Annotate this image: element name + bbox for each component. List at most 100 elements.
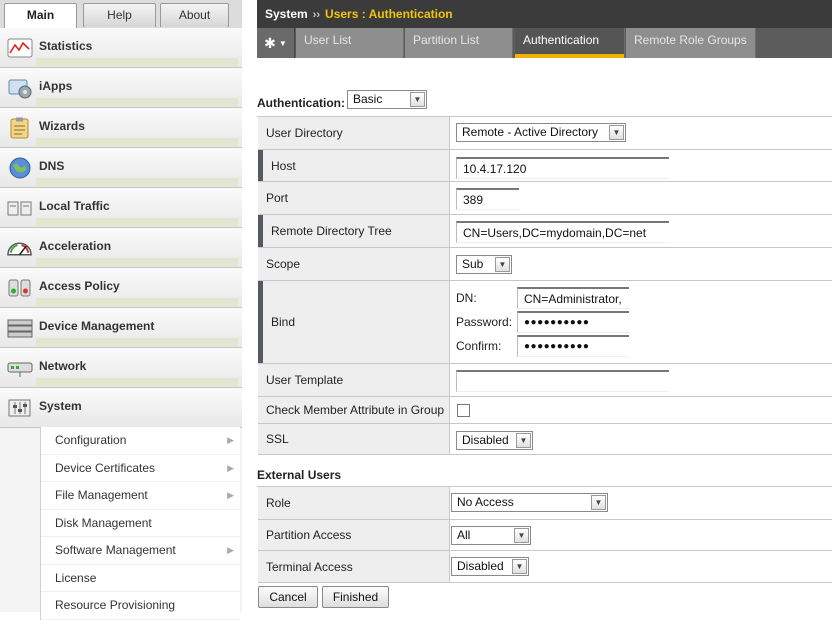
password-label: Password: <box>456 315 513 329</box>
sidebar-item-label: Access Policy <box>39 278 120 293</box>
field-label: Bind <box>258 281 450 363</box>
chevron-down-icon: ▼ <box>514 528 529 543</box>
sidebar-item-access-policy[interactable]: Access Policy <box>0 268 242 308</box>
authentication-select[interactable]: Basic ▼ <box>347 90 427 109</box>
cancel-button[interactable]: Cancel <box>258 586 318 608</box>
gear-menu-button[interactable]: ✱ ▼ <box>257 28 295 58</box>
chevron-right-icon: ▶ <box>227 435 234 445</box>
sidebar-item-label: System <box>39 398 82 413</box>
network-icon <box>6 356 33 380</box>
field-label: Scope <box>258 248 450 280</box>
dn-input[interactable]: CN=Administrator, <box>517 287 629 309</box>
sidebar-item-network[interactable]: Network <box>0 348 242 388</box>
dn-label: DN: <box>456 291 477 305</box>
tab-main[interactable]: Main <box>4 3 77 29</box>
field-label: Host <box>258 150 450 181</box>
user-template-input[interactable] <box>456 370 669 392</box>
system-icon <box>6 396 33 420</box>
sidebar-item-label: Wizards <box>39 118 85 133</box>
sidebar-item-local-traffic[interactable]: Local Traffic <box>0 188 242 228</box>
breadcrumb-separator: ›› <box>312 9 321 21</box>
sidebar-item-wizards[interactable]: Wizards <box>0 108 242 148</box>
tab-help[interactable]: Help <box>83 3 156 27</box>
tab-remote-role-groups[interactable]: Remote Role Groups <box>626 28 756 58</box>
sub-tabs: ✱ ▼ User List Partition List Authenticati… <box>257 28 832 58</box>
submenu-item-device-certificates[interactable]: Device Certificates ▶ <box>41 454 240 482</box>
sidebar-item-acceleration[interactable]: Acceleration <box>0 228 242 268</box>
row-user-template: User Template <box>258 364 832 397</box>
row-user-directory: User Directory Remote - Active Directory… <box>258 117 832 150</box>
ssl-select[interactable]: Disabled ▼ <box>456 431 533 450</box>
submenu-item-license[interactable]: License <box>41 564 240 592</box>
password-input[interactable]: ●●●●●●●●●● <box>517 311 629 333</box>
chevron-down-icon: ▼ <box>512 559 527 574</box>
tab-user-list[interactable]: User List <box>296 28 404 58</box>
field-label: Role <box>258 487 450 519</box>
submenu-label: Resource Provisioning <box>55 598 176 612</box>
check-member-attribute-checkbox[interactable] <box>457 404 470 417</box>
submenu-label: Software Management <box>55 543 176 557</box>
item-stripe <box>36 298 238 306</box>
port-input[interactable]: 389 <box>456 188 519 210</box>
submenu-item-software-management[interactable]: Software Management ▶ <box>41 537 240 565</box>
sidebar-item-dns[interactable]: DNS <box>0 148 242 188</box>
submenu-item-disk-management[interactable]: Disk Management <box>41 509 240 537</box>
item-stripe <box>36 218 238 226</box>
row-port: Port 389 <box>258 182 832 215</box>
select-value: Basic <box>353 92 383 106</box>
confirm-password-input[interactable]: ●●●●●●●●●● <box>517 335 629 357</box>
sidebar-item-label: Device Management <box>39 318 155 333</box>
sidebar-item-system[interactable]: System <box>0 388 242 428</box>
role-select[interactable]: No Access ▼ <box>451 493 608 512</box>
terminal-access-select[interactable]: Disabled ▼ <box>451 557 529 576</box>
row-scope: Scope Sub ▼ <box>258 248 832 281</box>
submenu-label: Configuration <box>55 433 127 447</box>
sidebar-item-statistics[interactable]: Statistics <box>0 28 242 68</box>
chevron-right-icon: ▶ <box>227 462 234 473</box>
tab-authentication[interactable]: Authentication <box>515 28 625 58</box>
submenu-item-resource-provisioning[interactable]: Resource Provisioning <box>41 592 240 620</box>
field-label: User Directory <box>258 117 450 149</box>
left-panel: Main Help About Statistics iApps Wizards <box>0 0 242 620</box>
submenu-label: Device Certificates <box>55 460 156 475</box>
sidebar-item-iapps[interactable]: iApps <box>0 68 242 108</box>
sidebar-item-device-management[interactable]: Device Management <box>0 308 242 348</box>
field-label: Partition Access <box>258 520 450 550</box>
select-value: Remote - Active Directory <box>462 125 599 139</box>
row-host: Host 10.4.17.120 <box>258 150 832 182</box>
submenu-item-configuration[interactable]: Configuration ▶ <box>41 427 240 455</box>
item-stripe <box>36 178 238 186</box>
item-stripe <box>36 258 238 266</box>
field-label: Remote Directory Tree <box>258 215 450 247</box>
main-tabs: Main Help About <box>0 0 242 29</box>
partition-access-select[interactable]: All ▼ <box>451 526 531 545</box>
row-role: Role No Access ▼ <box>258 487 832 520</box>
row-partition-access: Partition Access All ▼ <box>258 520 832 551</box>
chevron-right-icon: ▶ <box>227 490 234 500</box>
chevron-down-icon: ▼ <box>495 257 510 272</box>
item-stripe <box>36 338 238 346</box>
wizards-icon <box>6 116 33 140</box>
page-header: System ›› Users : Authentication <box>257 0 832 28</box>
user-directory-select[interactable]: Remote - Active Directory ▼ <box>456 123 626 142</box>
breadcrumb-section[interactable]: System <box>265 7 308 21</box>
tab-partition-list[interactable]: Partition List <box>405 28 513 58</box>
finished-button[interactable]: Finished <box>322 586 389 608</box>
remote-directory-tree-input[interactable]: CN=Users,DC=mydomain,DC=net <box>456 221 669 243</box>
confirm-label: Confirm: <box>456 339 502 353</box>
chevron-down-icon: ▼ <box>591 495 606 510</box>
system-submenu: Configuration ▶ Device Certificates ▶ File… <box>40 427 240 620</box>
external-users-title: External Users <box>257 468 342 482</box>
chevron-right-icon: ▶ <box>227 545 234 555</box>
tab-about[interactable]: About <box>160 3 229 27</box>
external-users-table: Role No Access ▼ Partition Access All ▼ Te… <box>257 486 832 583</box>
submenu-label: Disk Management <box>55 515 152 530</box>
field-label: SSL <box>258 424 450 454</box>
acceleration-gauge-icon <box>6 236 33 260</box>
field-label: Port <box>258 182 450 214</box>
field-label: Terminal Access <box>258 551 450 582</box>
submenu-item-file-management[interactable]: File Management ▶ <box>41 482 240 510</box>
scope-select[interactable]: Sub ▼ <box>456 255 512 274</box>
select-value: Disabled <box>457 559 504 573</box>
host-input[interactable]: 10.4.17.120 <box>456 157 669 179</box>
